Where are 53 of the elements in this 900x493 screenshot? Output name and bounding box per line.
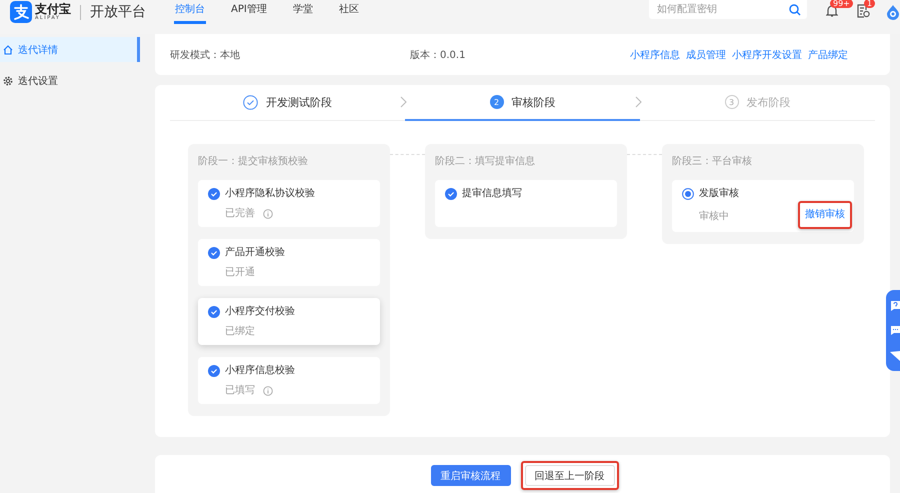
step-label: 发布阶段 — [746, 94, 790, 110]
sidebar-item[interactable]: 迭代设置 — [0, 68, 140, 93]
info-field: 版本：0.0.1 — [410, 48, 630, 62]
check-item-title: 小程序交付校验 — [225, 305, 295, 319]
target-icon[interactable] — [886, 4, 900, 20]
check-item-status: 已填写 — [225, 384, 255, 398]
nav-tab[interactable]: API管理 — [230, 0, 268, 24]
chevron-icon — [635, 96, 642, 108]
sidebar-item[interactable]: 迭代详情 — [0, 37, 140, 62]
stage-title: 阶段一：提交审核预校验 — [198, 155, 309, 169]
rollback-button[interactable]: 回退至上一阶段 — [524, 465, 614, 486]
info-icon[interactable] — [263, 386, 273, 396]
step-label: 审核阶段 — [512, 94, 556, 110]
restart-button[interactable]: 重启审核流程 — [430, 465, 510, 486]
step-label: 开发测试阶段 — [266, 94, 332, 110]
info-link[interactable]: 小程序开发设置 — [732, 48, 802, 62]
search-icon[interactable] — [789, 4, 801, 16]
platform-name: 开放平台 — [90, 3, 146, 21]
settings-icon — [3, 76, 13, 86]
search-field[interactable]: 如何配置密钥 — [649, 0, 807, 19]
nav-tab[interactable]: 社区 — [338, 0, 360, 24]
check-item-status: 审核中 — [699, 210, 729, 224]
step-number: 3 — [724, 95, 738, 109]
info-field: 研发模式：本地 — [170, 48, 410, 62]
info-icon[interactable] — [263, 209, 273, 219]
notification-badge: 99+ — [830, 0, 853, 8]
question-bubble-icon[interactable] — [890, 300, 900, 312]
check-item-title: 发版审核 — [699, 187, 739, 201]
task-badge: 1 — [864, 0, 876, 8]
logo-brand: 支付宝 — [35, 3, 71, 15]
info-link[interactable]: 小程序信息 — [630, 48, 680, 62]
chevron-icon — [400, 96, 407, 108]
step-tab[interactable]: 开发测试阶段 — [170, 85, 405, 121]
check-item-status: 已绑定 — [225, 325, 255, 339]
nav-tab[interactable]: 学堂 — [292, 0, 314, 24]
check-item-title: 产品开通校验 — [225, 246, 285, 260]
nav-tab[interactable]: 控制台 — [174, 0, 206, 24]
chat-icon[interactable] — [890, 325, 900, 336]
info-link[interactable]: 成员管理 — [686, 48, 726, 62]
stage-title: 阶段三：平台审核 — [672, 155, 753, 169]
check-item-title: 提审信息填写 — [462, 187, 522, 201]
check-item-status: 已开通 — [225, 266, 255, 280]
stage-title: 阶段二：填写提审信息 — [435, 155, 536, 169]
step-number: 2 — [490, 95, 504, 109]
check-item-title: 小程序信息校验 — [225, 364, 295, 378]
revoke-link[interactable]: 撤销审核 — [798, 201, 852, 229]
step-tab[interactable]: 3 发布阶段 — [640, 85, 875, 121]
check-item-title: 小程序隐私协议校验 — [225, 187, 315, 201]
home-icon — [3, 44, 13, 54]
info-link[interactable]: 产品绑定 — [808, 48, 848, 62]
step-tab[interactable]: 2 审核阶段 — [405, 85, 640, 121]
check-item-status: 已完善 — [225, 207, 255, 221]
document-icon[interactable] — [857, 4, 870, 18]
